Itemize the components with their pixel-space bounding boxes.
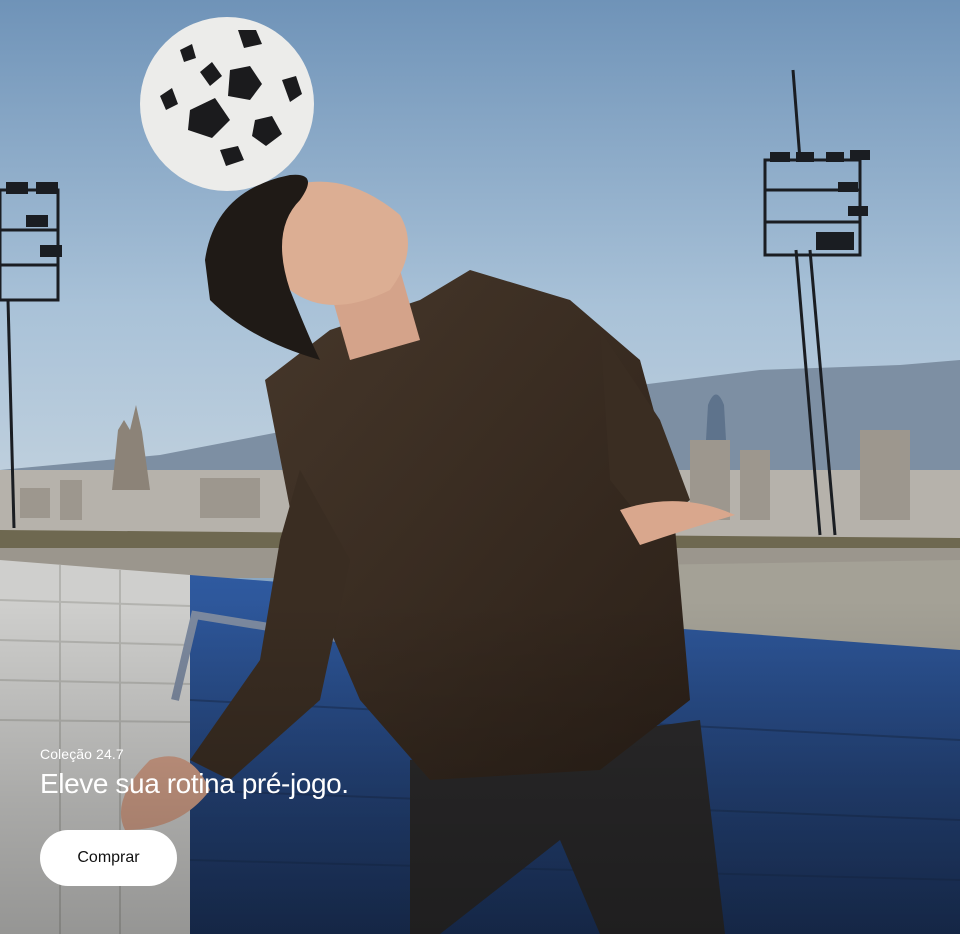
hero-headline: Eleve sua rotina pré-jogo. [40, 768, 349, 799]
hero-copy: Coleção 24.7 Eleve sua rotina pré-jogo. [40, 745, 349, 801]
shop-button[interactable]: Comprar [40, 830, 177, 886]
hero-banner: Coleção 24.7 Eleve sua rotina pré-jogo. … [0, 0, 960, 934]
collection-label: Coleção 24.7 [40, 746, 124, 762]
